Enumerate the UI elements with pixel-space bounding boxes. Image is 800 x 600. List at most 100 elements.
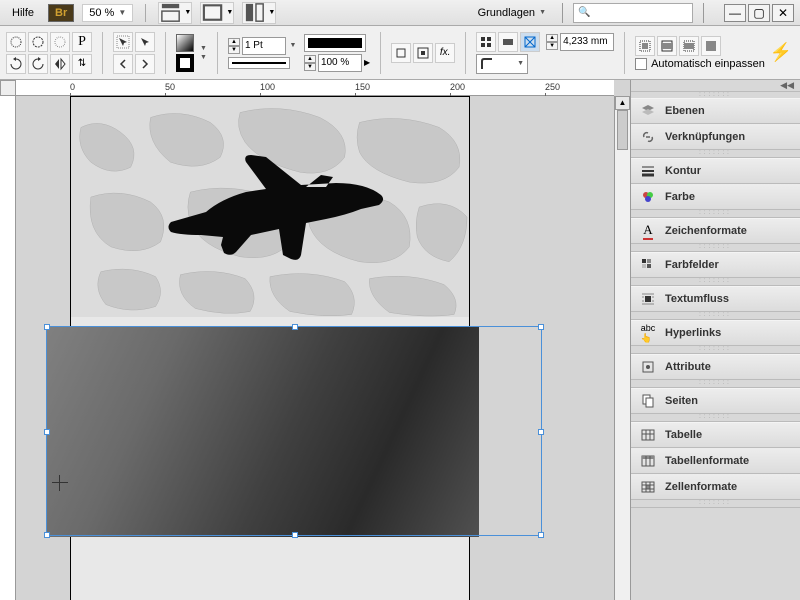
panel-kontur[interactable]: Kontur	[631, 158, 800, 184]
panel-ebenen[interactable]: Ebenen	[631, 98, 800, 124]
dropdown-arrow-icon[interactable]: ▼	[200, 45, 207, 52]
scrollbar-thumb[interactable]	[617, 110, 628, 150]
frame-active-icon[interactable]	[520, 32, 540, 52]
panel-textumfluss[interactable]: Textumfluss	[631, 286, 800, 312]
minimize-button[interactable]: —	[724, 4, 746, 22]
zoom-value: 50 %	[89, 7, 114, 19]
vertical-ruler[interactable]	[0, 96, 16, 600]
resize-handle[interactable]	[538, 324, 544, 330]
dropdown-arrow-icon[interactable]: ▼	[200, 54, 207, 61]
select-container-icon[interactable]	[113, 32, 133, 52]
gap-input[interactable]	[560, 33, 614, 51]
workspace-switcher[interactable]: Grundlagen ▼	[472, 5, 552, 21]
close-button[interactable]: ✕	[772, 4, 794, 22]
maximize-button[interactable]: ▢	[748, 4, 770, 22]
fill-swatch[interactable]	[176, 34, 194, 52]
autofit-checkbox[interactable]: Automatisch einpassen	[635, 58, 765, 70]
ruler-tick: 250	[545, 82, 560, 92]
panel-hyperlinks[interactable]: abc👆Hyperlinks	[631, 320, 800, 346]
ellipse-solid-icon[interactable]	[6, 32, 26, 52]
panel-verknuepfungen[interactable]: Verknüpfungen	[631, 124, 800, 150]
separator	[145, 4, 146, 22]
resize-handle[interactable]	[538, 532, 544, 538]
layers-icon	[639, 102, 657, 120]
workspace-label: Grundlagen	[478, 7, 536, 19]
airplane-graphic	[151, 137, 391, 277]
pages-icon	[639, 392, 657, 410]
search-input[interactable]: 🔍	[573, 3, 693, 23]
view-options-button[interactable]: ▼	[158, 2, 192, 24]
ruler-tick: 0	[70, 82, 75, 92]
ruler-tick: 200	[450, 82, 465, 92]
document-page[interactable]	[70, 96, 470, 600]
stroke-weight-field[interactable]: ▲▼ ▼	[228, 37, 298, 55]
select-prev-icon[interactable]	[113, 54, 133, 74]
vertical-scrollbar[interactable]: ▲	[614, 96, 630, 600]
textwrap-icon	[639, 290, 657, 308]
stroke-style-thin[interactable]	[228, 57, 290, 69]
rotate-right-icon[interactable]	[28, 54, 48, 74]
stroke-weight-input[interactable]	[242, 37, 286, 55]
panel-farbfelder[interactable]: Farbfelder	[631, 252, 800, 278]
swatches-icon	[639, 256, 657, 274]
table-icon	[639, 426, 657, 444]
panel-tabellenformate[interactable]: Tabellenformate	[631, 448, 800, 474]
frame-icon[interactable]	[498, 32, 518, 52]
opacity-input[interactable]	[318, 54, 362, 72]
panel-attribute[interactable]: Attribute	[631, 354, 800, 380]
attributes-icon	[639, 358, 657, 376]
ruler-tick: 50	[165, 82, 175, 92]
screen-mode-button[interactable]: ▼	[200, 2, 234, 24]
opacity-field[interactable]: ▲▼ ▶	[304, 54, 370, 72]
fx-icon[interactable]: fx.	[435, 43, 455, 63]
fit-content-icon[interactable]	[635, 36, 655, 56]
links-icon	[639, 128, 657, 146]
hyperlink-icon: abc👆	[639, 324, 657, 342]
ellipse-dotted-icon[interactable]	[50, 32, 70, 52]
bridge-button[interactable]: Br	[48, 4, 74, 22]
corner-options-icon[interactable]	[476, 32, 496, 52]
cellstyle-icon	[639, 478, 657, 496]
panel-farbe[interactable]: Farbe	[631, 184, 800, 210]
fit-frame-icon[interactable]	[657, 36, 677, 56]
fill-frame-icon[interactable]	[701, 36, 721, 56]
help-menu[interactable]: Hilfe	[6, 5, 40, 21]
ellipse-dashed-icon[interactable]	[28, 32, 48, 52]
fit-prop-icon[interactable]	[679, 36, 699, 56]
flip-v-icon[interactable]: ⇅	[72, 54, 92, 74]
gradient-rectangle-object[interactable]	[47, 327, 479, 537]
stroke-icon	[639, 162, 657, 180]
arrange-docs-button[interactable]: ▼	[242, 2, 276, 24]
zoom-level-dropdown[interactable]: 50 % ▼	[82, 4, 133, 22]
wrap-bbox-icon[interactable]	[391, 43, 411, 63]
corner-style-dropdown[interactable]: ▼	[476, 54, 528, 74]
panel-tabelle[interactable]: Tabelle	[631, 422, 800, 448]
ruler-corner[interactable]	[0, 80, 16, 96]
ruler-tick: 100	[260, 82, 275, 92]
charstyle-icon: A	[639, 222, 657, 240]
select-content-icon[interactable]	[135, 32, 155, 52]
panel-seiten[interactable]: Seiten	[631, 388, 800, 414]
wrap-shape-icon[interactable]	[413, 43, 433, 63]
stroke-swatch[interactable]	[176, 54, 194, 72]
rotate-left-icon[interactable]	[6, 54, 26, 74]
quick-apply-icon[interactable]: ⚡	[770, 42, 792, 63]
stroke-style-thick[interactable]	[304, 34, 366, 52]
character-p-icon[interactable]: P	[72, 32, 92, 52]
autofit-label: Automatisch einpassen	[651, 58, 765, 70]
tablestyle-icon	[639, 452, 657, 470]
scroll-up-button[interactable]: ▲	[615, 96, 630, 110]
resize-handle[interactable]	[538, 429, 544, 435]
gap-field[interactable]: ▲▼	[546, 33, 614, 51]
panel-zeichenformate[interactable]: AZeichenformate	[631, 218, 800, 244]
menu-bar: Hilfe Br 50 % ▼ ▼ ▼ ▼ Grundlagen ▼ 🔍 — ▢…	[0, 0, 800, 26]
main-area: 0 50 100 150 200 250	[0, 80, 800, 600]
crosshair-cursor	[52, 475, 68, 491]
window-controls: — ▢ ✕	[724, 4, 794, 22]
canvas-area[interactable]: 0 50 100 150 200 250	[0, 80, 630, 600]
collapse-panels-button[interactable]: ◀◀	[631, 80, 800, 92]
select-next-icon[interactable]	[135, 54, 155, 74]
panel-zellenformate[interactable]: Zellenformate	[631, 474, 800, 500]
flip-h-icon[interactable]	[50, 54, 70, 74]
horizontal-ruler[interactable]: 0 50 100 150 200 250	[16, 80, 614, 96]
